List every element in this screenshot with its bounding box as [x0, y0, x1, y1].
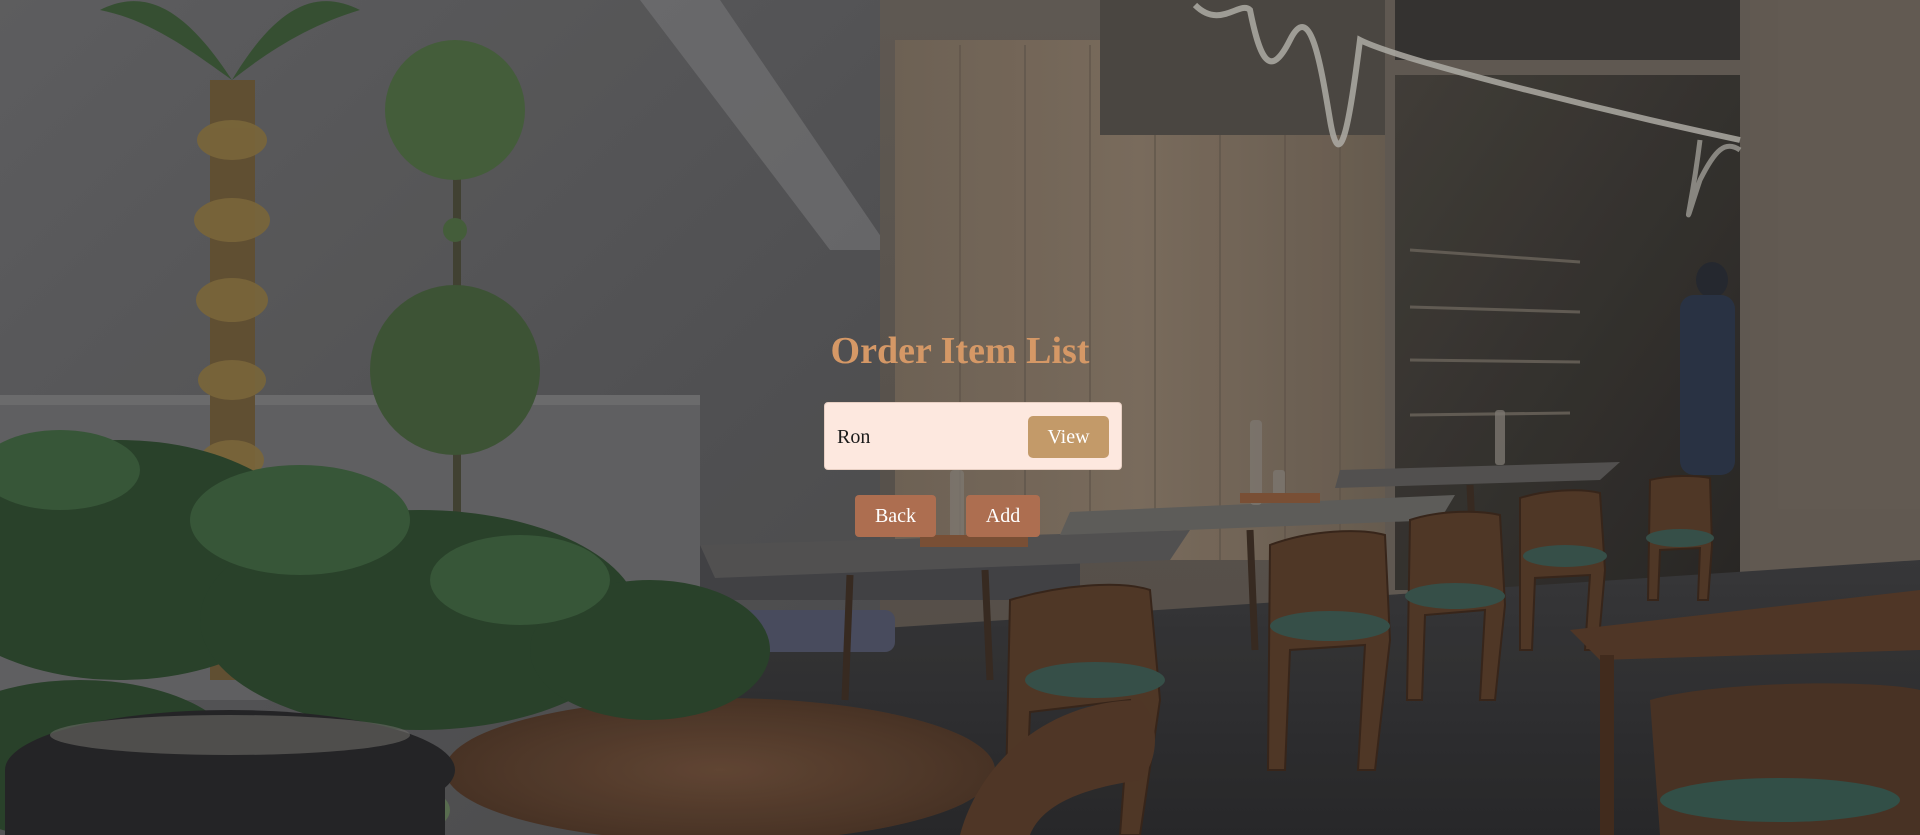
back-button[interactable]: Back [855, 495, 936, 537]
view-button[interactable]: View [1028, 416, 1109, 458]
page-title: Order Item List [830, 330, 1090, 372]
action-button-row: Back Add [0, 495, 1920, 537]
search-box: View [824, 402, 1122, 470]
customer-search-input[interactable] [835, 421, 1019, 453]
order-item-list-panel: Order Item List View Back Add [0, 0, 1920, 835]
add-button[interactable]: Add [966, 495, 1040, 537]
